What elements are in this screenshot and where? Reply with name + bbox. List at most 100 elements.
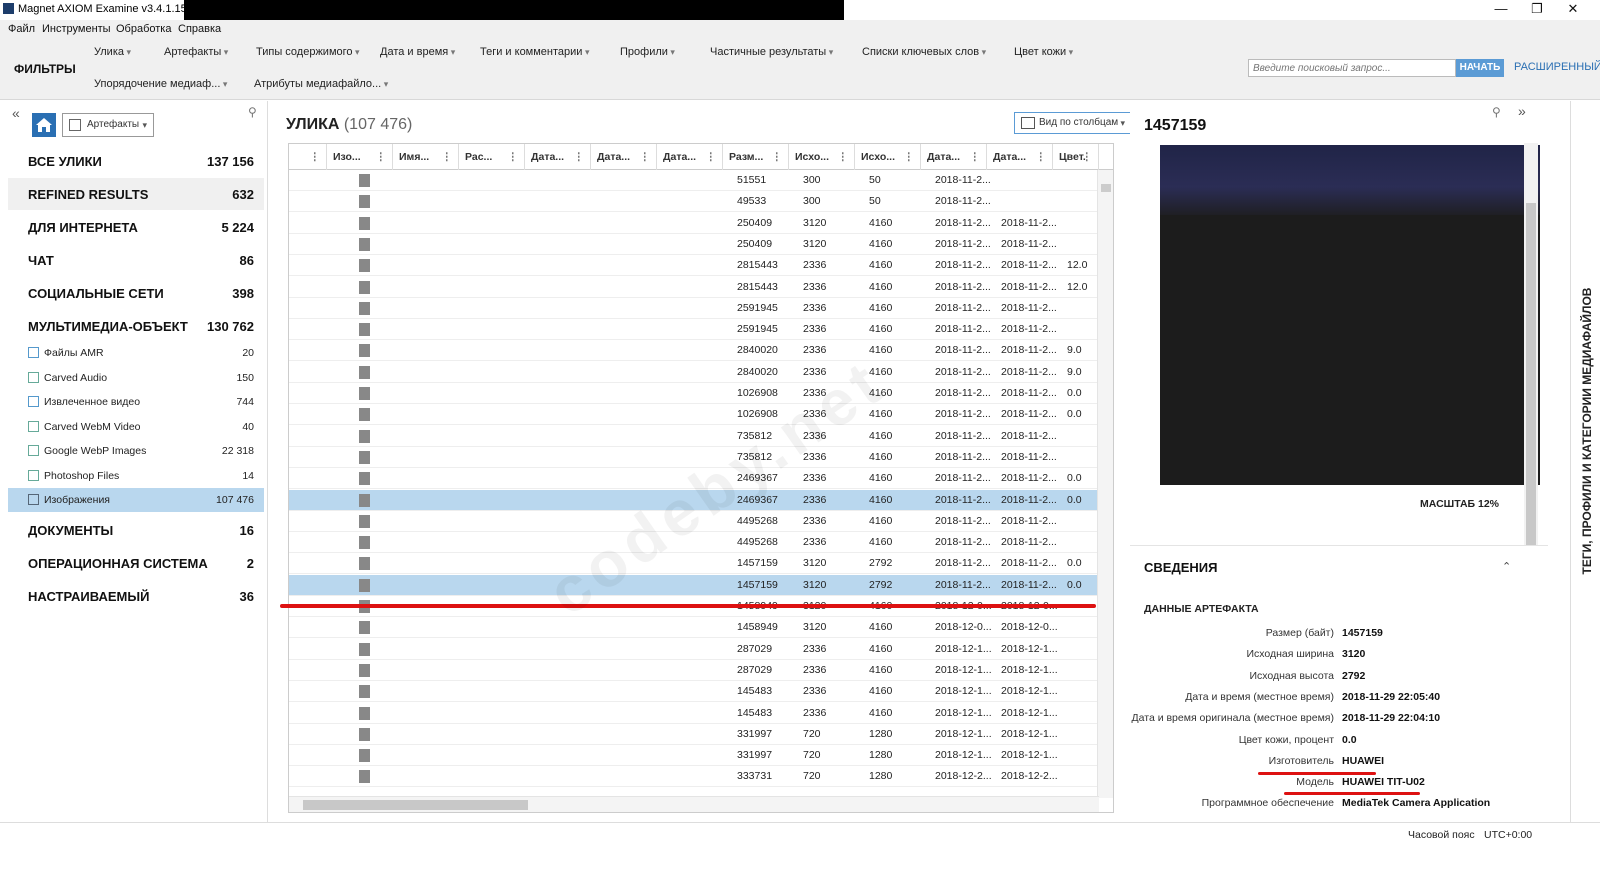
table-cell: 2018-12-2... xyxy=(1001,770,1058,783)
table-row[interactable]: 2815443 2336 4160 2018-11-2... 2018-11-2... 1… xyxy=(289,277,1097,298)
table-row[interactable]: 287029 2336 4160 2018-12-1... 2018-12-1... xyxy=(289,639,1097,660)
table-row[interactable]: 287029 2336 4160 2018-12-1... 2018-12-1... xyxy=(289,660,1097,681)
property-value: 0.0 xyxy=(1342,733,1357,746)
table-cell: 2018-11-2... xyxy=(935,536,991,549)
filter-keyword-lists[interactable]: Списки ключевых слов xyxy=(862,46,986,58)
table-row[interactable]: 2840020 2336 4160 2018-11-2... 2018-11-2... 9… xyxy=(289,362,1097,383)
table-row[interactable]: 2591945 2336 4160 2018-11-2... 2018-11-2... xyxy=(289,298,1097,319)
filter-date-time[interactable]: Дата и время xyxy=(380,46,455,58)
table-row[interactable]: 145483 2336 4160 2018-12-1... 2018-12-1... xyxy=(289,681,1097,703)
table-cell: 2336 xyxy=(803,663,827,676)
search-input[interactable] xyxy=(1248,59,1456,77)
table-row[interactable]: 145483 2336 4160 2018-12-1... 2018-12-1... xyxy=(289,703,1097,724)
thumbnail-icon xyxy=(359,216,370,230)
column-header[interactable]: Дата... xyxy=(591,144,657,170)
filter-skin-tone[interactable]: Цвет кожи xyxy=(1014,46,1073,58)
filter-tags-comments[interactable]: Теги и комментарии xyxy=(480,46,589,58)
table-row[interactable]: 1026908 2336 4160 2018-11-2... 2018-11-2... 0… xyxy=(289,383,1097,404)
subitem-images[interactable]: Изображения 107 476 xyxy=(8,488,264,512)
column-header[interactable]: Рас... xyxy=(459,144,525,170)
column-header[interactable]: Дата... xyxy=(921,144,987,170)
filter-profiles[interactable]: Профили xyxy=(620,46,675,58)
table-cell: 720 xyxy=(803,749,821,762)
subitem-google-webp[interactable]: Google WebP Images 22 318 xyxy=(8,439,264,463)
column-header[interactable]: Дата... xyxy=(657,144,723,170)
column-header[interactable]: Исхо... xyxy=(789,144,855,170)
category-all-evidence[interactable]: ВСЕ УЛИКИ 137 156 xyxy=(8,145,264,177)
subitem-extracted-video[interactable]: Извлеченное видео 744 xyxy=(8,390,264,414)
minimize-button[interactable]: — xyxy=(1484,0,1518,20)
table-row[interactable]: 2815443 2336 4160 2018-11-2... 2018-11-2... 1… xyxy=(289,255,1097,277)
advanced-search-link[interactable]: РАСШИРЕННЫЙ xyxy=(1514,61,1600,73)
column-header[interactable]: Изо... xyxy=(327,144,393,170)
table-row[interactable]: 250409 3120 4160 2018-11-2... 2018-11-2... xyxy=(289,213,1097,234)
start-search-button[interactable]: НАЧАТЬ xyxy=(1456,59,1504,77)
maximize-button[interactable]: ❐ xyxy=(1520,0,1554,20)
artifacts-selector[interactable]: Артефакты ▾ xyxy=(62,113,154,137)
category-refined-results[interactable]: REFINED RESULTS 632 xyxy=(8,178,264,210)
scrollbar-thumb[interactable] xyxy=(303,800,528,810)
table-row[interactable]: 1457159 3120 2792 2018-11-2... 2018-11-2... 0… xyxy=(289,553,1097,575)
table-row[interactable]: 2591945 2336 4160 2018-11-2... 2018-11-2... xyxy=(289,319,1097,341)
filter-partial-results[interactable]: Частичные результаты xyxy=(710,46,833,58)
category-operating-system[interactable]: ОПЕРАЦИОННАЯ СИСТЕМА 2 xyxy=(8,547,264,579)
menu-help[interactable]: Справка xyxy=(178,23,221,35)
scrollbar-thumb[interactable] xyxy=(1526,203,1536,553)
column-header[interactable]: Дата... xyxy=(987,144,1053,170)
pin-icon[interactable]: ⚲ xyxy=(248,105,257,119)
table-row[interactable]: 51551 300 50 2018-11-2... xyxy=(289,170,1097,191)
table-row[interactable]: 2840020 2336 4160 2018-11-2... 2018-11-2... 9… xyxy=(289,340,1097,362)
category-internet[interactable]: ДЛЯ ИНТЕРНЕТА 5 224 xyxy=(8,211,264,243)
table-row[interactable]: 735812 2336 4160 2018-11-2... 2018-11-2... xyxy=(289,426,1097,447)
category-custom[interactable]: НАСТРАИВАЕМЫЙ 36 xyxy=(8,580,264,612)
collapse-right-icon[interactable]: » xyxy=(1518,103,1526,119)
close-button[interactable]: ✕ xyxy=(1556,0,1590,20)
subitem-carved-webm[interactable]: Carved WebM Video 40 xyxy=(8,415,264,439)
table-row[interactable]: 333731 720 1280 2018-12-2... 2018-12-2... xyxy=(289,766,1097,788)
table-row[interactable]: 250409 3120 4160 2018-11-2... 2018-11-2... xyxy=(289,234,1097,255)
tags-profiles-tab[interactable]: ТЕГИ, ПРОФИЛИ И КАТЕГОРИИ МЕДИАФАЙЛОВ xyxy=(1570,101,1600,822)
filter-media-ordering[interactable]: Упорядочение медиаф... xyxy=(94,78,227,90)
home-button[interactable] xyxy=(32,113,56,137)
timezone-value[interactable]: UTC+0:00 xyxy=(1484,829,1532,841)
table-row[interactable]: 331997 720 1280 2018-12-1... 2018-12-1... xyxy=(289,724,1097,745)
menu-tools[interactable]: Инструменты xyxy=(42,23,111,35)
grid-vertical-scrollbar[interactable] xyxy=(1097,170,1113,798)
collapse-section-icon[interactable]: ⌃ xyxy=(1502,560,1511,573)
pin-icon[interactable]: ⚲ xyxy=(1492,105,1501,119)
column-header[interactable]: Разм... xyxy=(723,144,789,170)
table-row[interactable]: 1457159 3120 2792 2018-11-2... 2018-11-2... 0… xyxy=(289,574,1097,596)
table-cell: 2018-11-2... xyxy=(935,514,991,527)
table-row[interactable]: 1458949 3120 4160 2018-12-0... 2018-12-0... xyxy=(289,617,1097,639)
menu-process[interactable]: Обработка xyxy=(116,23,171,35)
column-header[interactable]: Исхо... xyxy=(855,144,921,170)
filter-media-attributes[interactable]: Атрибуты медиафайло... xyxy=(254,78,388,90)
filter-artifacts[interactable]: Артефакты xyxy=(164,46,228,58)
subitem-amr-files[interactable]: Файлы AMR 20 xyxy=(8,341,264,365)
thumbnail-icon xyxy=(359,685,370,699)
filter-content-types[interactable]: Типы содержимого xyxy=(256,46,360,58)
table-row[interactable]: 49533 300 50 2018-11-2... xyxy=(289,191,1097,213)
table-row[interactable]: 331997 720 1280 2018-12-1... 2018-12-1... xyxy=(289,745,1097,767)
category-social-networks[interactable]: СОЦИАЛЬНЫЕ СЕТИ 398 xyxy=(8,277,264,309)
table-row[interactable]: 1026908 2336 4160 2018-11-2... 2018-11-2... 0… xyxy=(289,404,1097,426)
subitem-carved-audio[interactable]: Carved Audio 150 xyxy=(8,366,264,390)
grid-header-selector[interactable] xyxy=(289,144,327,170)
collapse-left-icon[interactable]: « xyxy=(12,105,20,121)
subitem-photoshop-files[interactable]: Photoshop Files 14 xyxy=(8,464,264,488)
column-header[interactable]: Имя... xyxy=(393,144,459,170)
column-header[interactable]: Дата... xyxy=(525,144,591,170)
menu-file[interactable]: Файл xyxy=(8,23,35,35)
grid-horizontal-scrollbar[interactable] xyxy=(289,796,1099,812)
column-view-selector[interactable]: Вид по столбцам ▾ xyxy=(1014,112,1132,134)
category-chat[interactable]: ЧАТ 86 xyxy=(8,244,264,276)
column-header[interactable]: Цвет. xyxy=(1053,144,1099,170)
category-count: 5 224 xyxy=(221,220,254,235)
property-value: 2792 xyxy=(1342,669,1366,682)
scrollbar-thumb[interactable] xyxy=(1101,184,1111,192)
category-documents[interactable]: ДОКУМЕНТЫ 16 xyxy=(8,514,264,546)
table-cell: 4160 xyxy=(869,536,893,549)
subitem-label: Файлы AMR xyxy=(44,347,104,359)
filter-evidence[interactable]: Улика xyxy=(94,46,131,58)
category-multimedia[interactable]: МУЛЬТИМЕДИА-ОБЪЕКТ 130 762 xyxy=(8,310,264,342)
